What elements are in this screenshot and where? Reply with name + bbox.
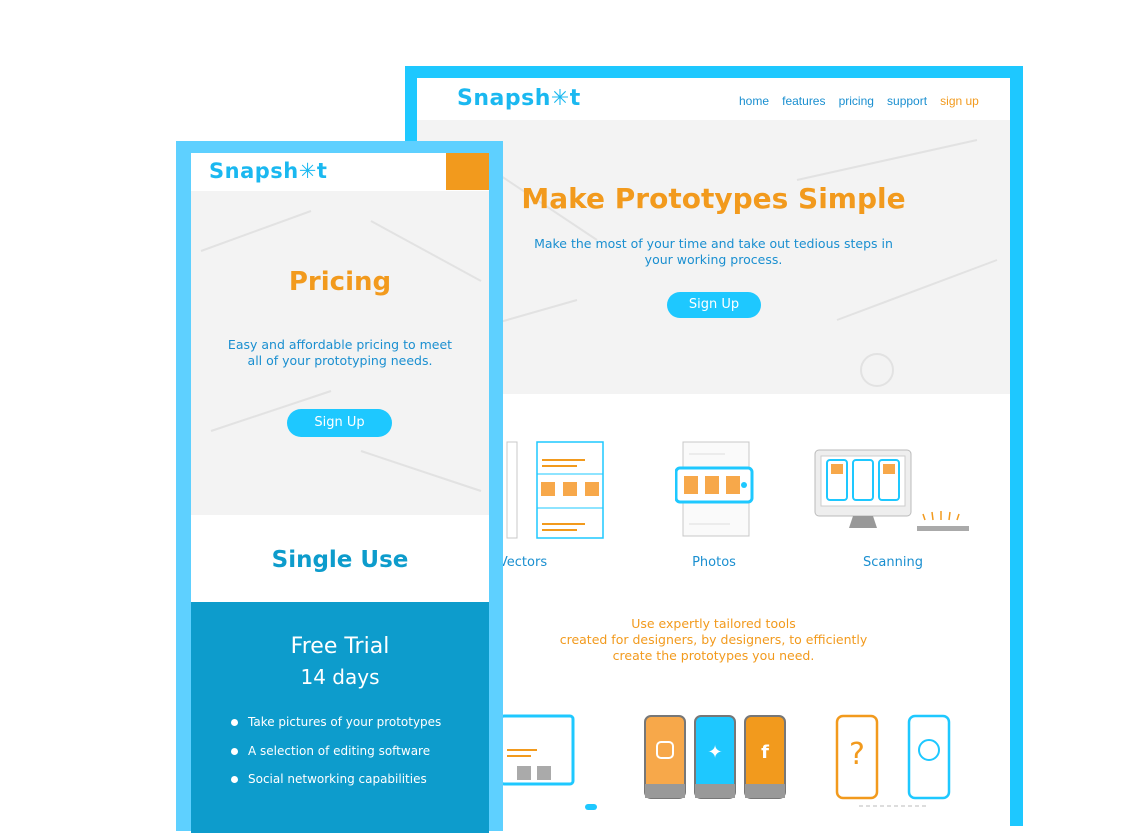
trial-feature-1: Take pictures of your prototypes [231, 715, 441, 729]
feature-label-scanning: Scanning [863, 555, 923, 570]
nav-support[interactable]: support [887, 94, 927, 108]
trial-title: Free Trial [290, 634, 390, 659]
monitor-illustration-icon [499, 714, 597, 810]
tagline-line-3: create the prototypes you need. [612, 648, 815, 663]
mobile-screen: Snapsh✳t Pricing Easy and affordable pri… [191, 153, 489, 833]
mobile-sign-up-button[interactable]: Sign Up [287, 409, 392, 437]
plan-title: Single Use [271, 547, 409, 573]
nav-home[interactable]: home [739, 94, 769, 108]
mobile-hero-desc-1: Easy and affordable pricing to meet [227, 337, 453, 352]
mobile-hero-desc-2: all of your prototyping needs. [247, 353, 433, 368]
nav-features[interactable]: features [782, 94, 825, 108]
mobile-logo[interactable]: Snapsh✳t [209, 159, 327, 183]
desktop-sign-up-button[interactable]: Sign Up [667, 292, 761, 318]
desktop-hero-subtitle-2: your working process. [644, 252, 783, 267]
nav-pricing[interactable]: pricing [839, 94, 874, 108]
photos-illustration-icon [675, 441, 754, 537]
mobile-menu-button[interactable] [446, 153, 489, 190]
vectors-illustration-icon [506, 441, 604, 539]
trial-days: 14 days [300, 665, 380, 689]
social-phones-illustration-icon: ✦ f [644, 715, 786, 799]
mobile-hero: Pricing Easy and affordable pricing to m… [191, 191, 489, 515]
nav-sign-up[interactable]: sign up [940, 94, 979, 108]
svg-text:f: f [761, 742, 769, 763]
free-trial-card: Free Trial 14 days Take pictures of your… [191, 602, 489, 833]
tagline-line-2: created for designers, by designers, to … [559, 632, 868, 647]
desktop-screen: Snapsh✳t home features pricing support s… [417, 78, 1010, 838]
desktop-hero: Make Prototypes Simple Make the most of … [417, 120, 1010, 394]
desktop-hero-subtitle-1: Make the most of your time and take out … [534, 236, 893, 251]
desktop-nav: home features pricing support sign up [731, 90, 979, 109]
trial-feature-3: Social networking capabilities [231, 772, 427, 786]
mobile-frame: Snapsh✳t Pricing Easy and affordable pri… [176, 141, 503, 833]
scanning-illustration-icon [814, 449, 969, 531]
tagline-line-1: Use expertly tailored tools [631, 616, 796, 631]
idea-phones-illustration-icon: ? [835, 714, 951, 807]
svg-text:✦: ✦ [707, 742, 722, 763]
desktop-logo[interactable]: Snapsh✳t [457, 86, 581, 111]
trial-feature-2: A selection of editing software [231, 744, 430, 758]
svg-text:?: ? [849, 737, 865, 772]
mobile-hero-title: Pricing [288, 267, 392, 297]
desktop-hero-title: Make Prototypes Simple [521, 182, 906, 215]
feature-label-photos: Photos [692, 555, 736, 570]
